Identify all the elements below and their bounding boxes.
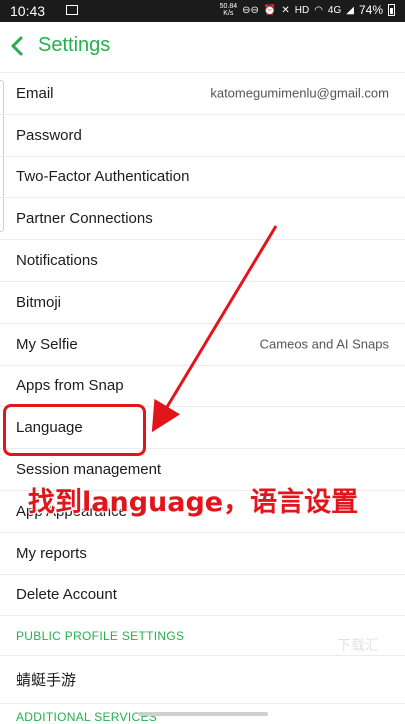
- setting-row-partner-connections[interactable]: Partner Connections: [0, 198, 405, 241]
- setting-label: 蜻蜓手游: [16, 672, 77, 690]
- setting-label: Two-Factor Authentication: [16, 168, 190, 186]
- net-speed-value: 50.84: [219, 3, 238, 10]
- setting-row-two-factor[interactable]: Two-Factor Authentication: [0, 157, 405, 199]
- settings-list: Email katomegumimenlu@gmail.com Password…: [0, 73, 405, 724]
- setting-row-delete-account[interactable]: Delete Account: [0, 575, 405, 617]
- net-speed: 50.84 K/s: [220, 3, 238, 17]
- setting-label: Bitmoji: [16, 293, 62, 311]
- setting-value: Cameos and AI Snaps: [259, 336, 389, 352]
- status-time: 10:43: [10, 3, 46, 19]
- setting-label: Delete Account: [16, 586, 117, 604]
- page-title: Settings: [38, 34, 111, 56]
- setting-label: My reports: [16, 544, 87, 562]
- header: Settings: [0, 22, 405, 73]
- gesture-nav-handle[interactable]: [138, 712, 268, 716]
- back-button[interactable]: [6, 32, 32, 62]
- chevron-left-icon: [11, 36, 23, 56]
- signal-icon: ◢: [346, 4, 354, 16]
- setting-row-email[interactable]: Email katomegumimenlu@gmail.com: [0, 73, 405, 115]
- setting-label: My Selfie: [16, 335, 78, 353]
- net-speed-unit: K/s: [223, 10, 234, 17]
- status-bar: 10:43 50.84 K/s ⊖⊖ ⏰ ✕ HD ◠ 4G ◢ 74%: [0, 0, 405, 22]
- setting-label: Partner Connections: [16, 210, 153, 228]
- setting-label: Session management: [16, 461, 162, 479]
- battery-percent: 74%: [358, 3, 383, 17]
- setting-value: katomegumimenlu@gmail.com: [210, 85, 389, 101]
- setting-row-my-selfie[interactable]: My Selfie Cameos and AI Snaps: [0, 324, 405, 366]
- setting-label: Email: [16, 84, 54, 102]
- setting-row-my-reports[interactable]: My reports: [0, 533, 405, 575]
- setting-row-public-profile-item[interactable]: 蜻蜓手游: [0, 656, 405, 705]
- image-icon: [66, 5, 78, 15]
- setting-row-notifications[interactable]: Notifications: [0, 240, 405, 282]
- hd-icon: HD: [294, 4, 310, 16]
- status-icons: 50.84 K/s ⊖⊖ ⏰ ✕ HD ◠ 4G ◢ 74%: [220, 3, 395, 17]
- setting-label: Apps from Snap: [16, 377, 124, 395]
- network-type: 4G: [327, 4, 342, 16]
- watermark: 下载汇: [337, 637, 379, 653]
- alarm-icon: ⏰: [263, 4, 277, 16]
- battery-icon: [388, 4, 395, 16]
- mute-icon: ✕: [281, 4, 290, 16]
- wifi-icon: ◠: [314, 4, 323, 16]
- setting-label: Password: [16, 126, 82, 144]
- setting-row-bitmoji[interactable]: Bitmoji: [0, 282, 405, 324]
- setting-row-password[interactable]: Password: [0, 115, 405, 157]
- language-highlight-box: [3, 404, 146, 456]
- instruction-annotation: 找到language，语言设置: [28, 487, 359, 518]
- vr-icon: ⊖⊖: [242, 4, 259, 16]
- setting-label: Notifications: [16, 252, 98, 270]
- setting-row-apps-from-snap[interactable]: Apps from Snap: [0, 366, 405, 408]
